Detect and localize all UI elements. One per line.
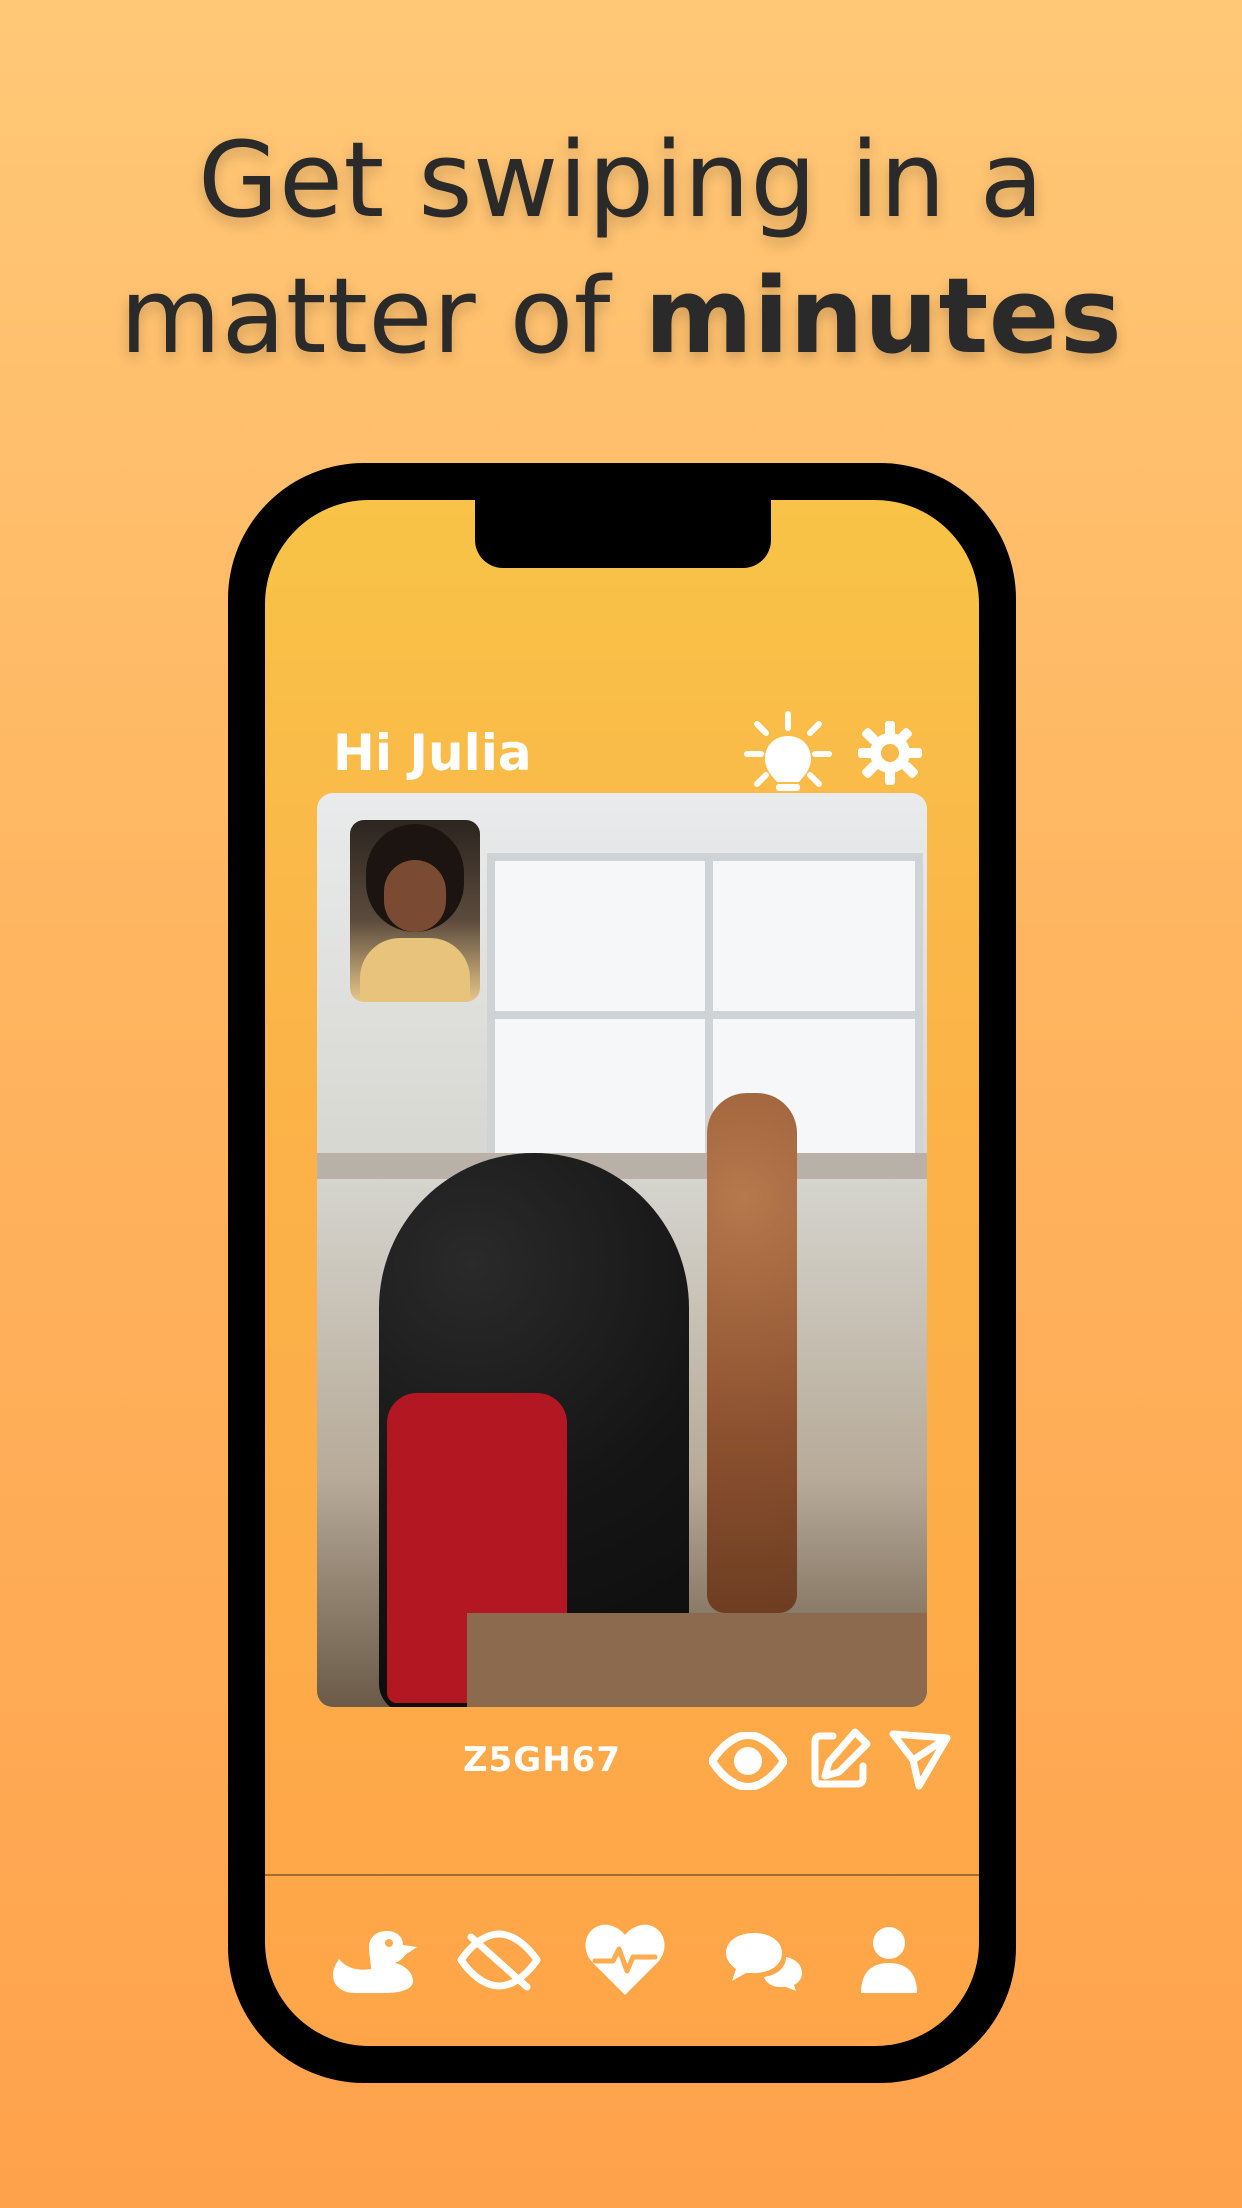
tab-chat[interactable] [715, 1912, 811, 2008]
phone-notch [475, 500, 771, 568]
tab-duck[interactable] [327, 1912, 423, 2008]
photo-statue [707, 1093, 797, 1613]
photo-window [487, 853, 923, 1169]
gear-icon [858, 721, 922, 785]
hidden-eye-icon [457, 1930, 541, 1991]
headline-line2-bold: minutes [644, 255, 1123, 377]
eye-icon[interactable] [708, 1731, 788, 1791]
phone-screen: Hi Julia Z5GH67 [265, 500, 979, 2046]
photo-shelf [317, 1153, 927, 1179]
send-glyph [889, 1730, 951, 1790]
bottom-tabbar [265, 1876, 979, 2046]
greeting-text: Hi Julia [333, 724, 532, 782]
heart-pulse-icon [585, 1924, 665, 1995]
tab-likes[interactable] [577, 1912, 673, 2008]
profile-photo[interactable] [317, 793, 927, 1707]
headline-line2: matter of minutes [0, 248, 1242, 384]
chat-bubbles-icon [726, 1933, 802, 1991]
promo-headline: Get swiping in a matter of minutes [0, 112, 1242, 384]
thumbnail-shirt [360, 938, 470, 1002]
headline-line2-regular: matter of [119, 255, 611, 377]
profile-user-icon [861, 1927, 917, 1993]
thumbnail-face [384, 860, 446, 932]
edit-glyph [811, 1728, 871, 1788]
photo-table [467, 1613, 927, 1707]
send-icon[interactable] [889, 1728, 951, 1790]
profile-code: Z5GH67 [463, 1740, 621, 1780]
tab-hidden[interactable] [451, 1912, 547, 2008]
tab-profile[interactable] [841, 1912, 937, 2008]
settings-gear-icon[interactable] [855, 718, 925, 788]
profile-thumbnail[interactable] [350, 820, 480, 1002]
phone-mockup: Hi Julia Z5GH67 [228, 463, 1016, 2083]
duck-icon [333, 1931, 417, 1993]
edit-icon[interactable] [809, 1728, 871, 1790]
headline-line1: Get swiping in a [197, 119, 1045, 241]
eye-glyph [708, 1731, 788, 1791]
